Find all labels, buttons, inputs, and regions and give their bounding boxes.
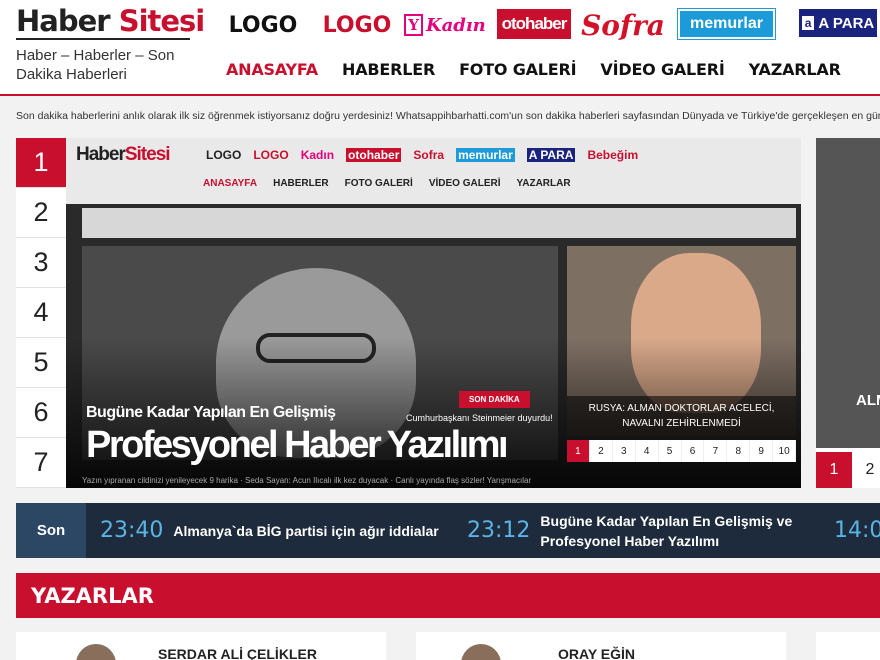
yazarlar-section-title: YAZARLAR	[16, 573, 880, 618]
logo-text-haber: Haber	[16, 4, 111, 38]
logo-underline	[16, 38, 190, 40]
ticker-item[interactable]: 23:12 Bugüne Kadar Yapılan En Gelişmiş v…	[467, 503, 827, 558]
inner-pager-item: 8	[727, 440, 751, 462]
nav-anasayfa[interactable]: ANASAYFA	[226, 60, 318, 79]
inner-nav: ANASAYFA HABERLER FOTO GALERİ VİDEO GALE…	[203, 178, 571, 189]
slider-page-5[interactable]: 5	[16, 338, 66, 388]
site-header: Haber Sitesi Haber – Haberler – Son Daki…	[0, 0, 880, 96]
slide-subtitle[interactable]: Bugüne Kadar Yapılan En Gelişmiş	[86, 404, 336, 422]
slide-title[interactable]: Profesyonel Haber Yazılımı	[86, 424, 509, 467]
inner-brand: memurlar	[456, 148, 515, 162]
peek-page-2[interactable]: 2	[852, 452, 880, 488]
brand-logo-2[interactable]: LOGO	[322, 9, 392, 41]
inner-pager-item: 9	[750, 440, 774, 462]
inner-nav-item: YAZARLAR	[516, 178, 571, 189]
brand-otohaber[interactable]: otohaber	[497, 9, 571, 39]
ticker-item[interactable]: 14:0	[834, 503, 880, 558]
inner-son-dakika-badge: SON DAKİKA	[459, 391, 530, 408]
nav-haberler[interactable]: HABERLER	[342, 60, 435, 79]
author-avatar	[461, 644, 501, 660]
inner-brand: otohaber	[346, 148, 402, 162]
ticker-text: Almanya`da BİG partisi için ağır iddiala…	[173, 522, 439, 539]
inner-side-caption: RUSYA: ALMAN DOKTORLAR ACELECİ, NAVALNI …	[567, 396, 796, 436]
brand-sofra[interactable]: Sofra	[581, 9, 665, 42]
inner-pager-item: 4	[636, 440, 659, 462]
inner-nav-item: FOTO GALERİ	[344, 178, 413, 189]
apara-label: A PARA	[818, 14, 875, 32]
inner-brand: Bebeğim	[587, 148, 639, 162]
inner-nav-item: ANASAYFA	[203, 178, 258, 189]
inner-logo-part1: Haber	[76, 144, 126, 165]
intro-text: Son dakika haberlerini anlık olarak ilk …	[16, 110, 880, 122]
author-card[interactable]	[816, 632, 880, 660]
inner-pager-item: 10	[773, 440, 797, 462]
apara-mark: a	[801, 16, 815, 30]
logo-text-sitesi: Sitesi	[118, 4, 206, 38]
inner-brand: Kadın	[300, 148, 335, 162]
inner-pager-item: 3	[613, 440, 636, 462]
inner-nav-item: HABERLER	[273, 178, 329, 189]
slider-page-3[interactable]: 3	[16, 238, 66, 288]
slider-page-6[interactable]: 6	[16, 388, 66, 438]
author-avatar	[76, 644, 116, 660]
nav-yazarlar[interactable]: YAZARLAR	[749, 60, 841, 79]
slider-page-7[interactable]: 7	[16, 438, 66, 488]
inner-pager-item: 2	[590, 440, 613, 462]
slider-pagination: 1 2 3 4 5 6 7	[16, 138, 66, 488]
peek-caption: ALMAN	[856, 392, 880, 409]
brand-apara[interactable]: aA PARA	[799, 9, 877, 37]
inner-footer-text: Yazın yıpranan cildinizi yenileyecek 9 h…	[82, 476, 532, 485]
ticker-time: 23:12	[467, 518, 531, 543]
inner-screenshot-header: HaberSitesi LOGO LOGO Kadın otohaber Sof…	[66, 138, 801, 204]
brand-memurlar[interactable]: memurlar	[677, 8, 776, 40]
main-nav: ANASAYFA HABERLER FOTO GALERİ VİDEO GALE…	[226, 60, 865, 79]
kadin-label: Kadın	[425, 14, 486, 36]
kadin-mark: Y	[404, 14, 423, 36]
slider-page-2[interactable]: 2	[16, 188, 66, 238]
inner-son-dakika-text: Cumhurbaşkanı Steinmeier duyurdu!	[406, 413, 553, 423]
author-card[interactable]: SERDAR ALİ ÇELİKLER	[16, 632, 386, 660]
inner-brand: A PARA	[526, 148, 576, 162]
next-slider-peek[interactable]: ALMAN 1 2	[816, 138, 880, 488]
ticker-text: Bugüne Kadar Yapılan En Gelişmiş ve Prof…	[540, 512, 793, 549]
inner-brand: Sofra	[413, 148, 445, 162]
slider-page-1[interactable]: 1	[16, 138, 66, 188]
author-name: SERDAR ALİ ÇELİKLER	[158, 646, 317, 660]
brand-kadin[interactable]: Y Kadın	[404, 9, 486, 41]
brand-logo-1[interactable]: LOGO	[228, 9, 298, 41]
ticker-item[interactable]: 23:40 Almanya`da BİG partisi için ağır i…	[100, 503, 460, 558]
peek-page-1[interactable]: 1	[816, 452, 852, 488]
inner-side-pager: 1 2 3 4 5 6 7 8 9 10	[567, 440, 797, 462]
inner-pager-item: 6	[682, 440, 705, 462]
site-tagline: Haber – Haberler – Son Dakika Haberleri	[16, 47, 175, 83]
inner-brand: LOGO	[253, 148, 289, 162]
inner-logo: HaberSitesi	[76, 144, 171, 166]
author-card[interactable]: ORAY EĞİN	[416, 632, 786, 660]
ticker-time: 23:40	[100, 518, 164, 543]
breaking-news-ticker: Son 23:40 Almanya`da BİG partisi için ağ…	[16, 503, 880, 558]
inner-nav-item: VİDEO GALERİ	[428, 178, 501, 189]
inner-pager-item: 7	[704, 440, 728, 462]
inner-pager-item: 1	[567, 440, 590, 462]
nav-foto-galeri[interactable]: FOTO GALERİ	[459, 60, 577, 79]
inner-pager-item: 5	[659, 440, 682, 462]
author-name: ORAY EĞİN	[558, 646, 636, 660]
slider-page-4[interactable]: 4	[16, 288, 66, 338]
site-logo[interactable]: Haber Sitesi	[16, 4, 206, 38]
peek-pagination: 1 2	[816, 452, 880, 488]
inner-logo-part2: Sitesi	[124, 144, 171, 165]
inner-brands: LOGO LOGO Kadın otohaber Sofra memurlar …	[206, 148, 638, 162]
headline-slider: 1 2 3 4 5 6 7 HaberSitesi LOGO LOGO Kadı…	[16, 138, 801, 488]
inner-info-bar	[82, 208, 796, 238]
ticker-label: Son	[16, 503, 86, 558]
ticker-time: 14:0	[834, 518, 880, 543]
inner-brand: LOGO	[206, 148, 242, 162]
nav-video-galeri[interactable]: VİDEO GALERİ	[600, 60, 724, 79]
